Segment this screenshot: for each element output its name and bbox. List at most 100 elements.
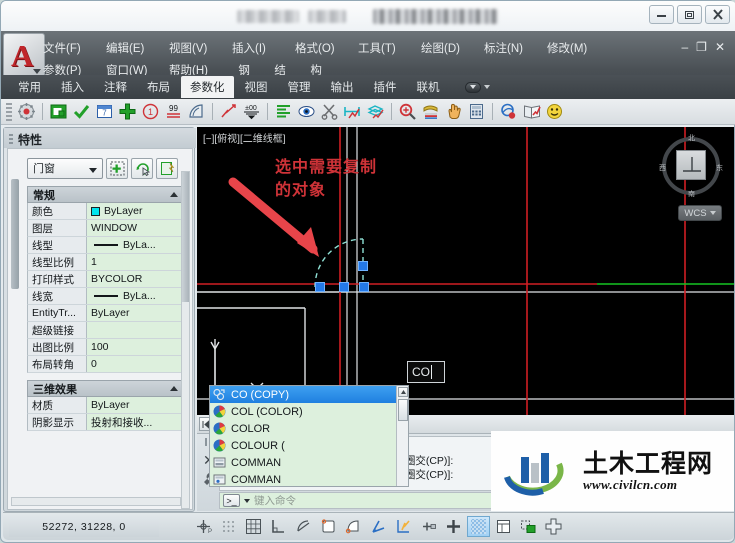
- viewcube-top-face[interactable]: [676, 150, 706, 180]
- tab-layout[interactable]: 布局: [138, 76, 179, 98]
- tab-annotate[interactable]: 注释: [95, 76, 136, 98]
- check-icon[interactable]: [71, 101, 92, 122]
- dimension-icon[interactable]: [342, 101, 363, 122]
- object-type-dropdown[interactable]: 门窗: [27, 157, 103, 179]
- property-value[interactable]: 1: [87, 254, 184, 270]
- tab-online[interactable]: 联机: [408, 76, 449, 98]
- property-value[interactable]: ByLayer: [87, 397, 184, 413]
- drag-handle-icon[interactable]: [9, 132, 13, 144]
- calculator-icon[interactable]: [466, 101, 487, 122]
- autocomplete-item-copy[interactable]: CO (COPY): [210, 386, 408, 403]
- tab-view[interactable]: 视图: [236, 76, 277, 98]
- autocomplete-item-colour[interactable]: COLOUR (: [210, 437, 408, 454]
- property-row-layout-angle[interactable]: 布局转角 0: [27, 356, 185, 373]
- property-value[interactable]: ByLayer: [87, 203, 184, 219]
- viewcube-label-north[interactable]: 北: [688, 133, 695, 143]
- menu-modify[interactable]: 修改(M): [547, 38, 610, 58]
- ucs-dropdown[interactable]: WCS: [678, 205, 722, 221]
- palette-icon[interactable]: [186, 101, 207, 122]
- close-button[interactable]: [705, 5, 730, 24]
- lightning-icon[interactable]: [218, 101, 239, 122]
- tab-manage[interactable]: 管理: [279, 76, 320, 98]
- lineweight-icon[interactable]: [442, 516, 465, 537]
- doc-minimize-icon[interactable]: –: [681, 40, 692, 54]
- chevron-down-icon[interactable]: [244, 498, 250, 503]
- properties-panel-header[interactable]: 特性: [4, 128, 196, 148]
- layers-icon[interactable]: [365, 101, 386, 122]
- property-row-plot-style[interactable]: 打印样式 BYCOLOR: [27, 271, 185, 288]
- pan-icon[interactable]: [443, 101, 464, 122]
- scrollbar-thumb[interactable]: [398, 399, 408, 421]
- command-prompt-icon[interactable]: >_: [223, 494, 240, 507]
- menu-dimension[interactable]: 标注(N): [484, 38, 547, 58]
- dynamic-input-icon[interactable]: [417, 516, 440, 537]
- plus-icon[interactable]: [117, 101, 138, 122]
- toolbar-grip[interactable]: [6, 102, 12, 121]
- property-value[interactable]: [87, 322, 184, 338]
- transparency-icon[interactable]: [467, 516, 490, 537]
- property-row-plot-scale[interactable]: 出图比例 100: [27, 339, 185, 356]
- number-99-icon[interactable]: 99: [163, 101, 184, 122]
- property-row-lineweight[interactable]: 线宽 ByLa...: [27, 288, 185, 305]
- circle-one-icon[interactable]: 1: [140, 101, 161, 122]
- select-object-icon[interactable]: [106, 157, 128, 179]
- command-input-placeholder[interactable]: 键入命令: [254, 493, 296, 508]
- drawing-canvas[interactable]: [−][俯视][二维线框] 选中需要复制 的对象 北 西 东 南 WCS CO: [197, 127, 734, 415]
- autocomplete-item-command-2[interactable]: COMMAN: [210, 471, 408, 486]
- property-value[interactable]: ByLa...: [87, 288, 184, 304]
- book-icon[interactable]: [521, 101, 542, 122]
- menu-view[interactable]: 视图(V): [169, 38, 232, 58]
- menu-insert[interactable]: 插入(I): [232, 38, 295, 58]
- autocomplete-scrollbar[interactable]: [396, 386, 408, 486]
- text-align-icon[interactable]: [273, 101, 294, 122]
- doc-restore-icon[interactable]: ❐: [696, 40, 711, 54]
- tab-parametric[interactable]: 参数化: [181, 76, 234, 98]
- gear-icon[interactable]: [16, 101, 37, 122]
- menu-file[interactable]: 文件(F): [43, 38, 106, 58]
- menu-tools[interactable]: 工具(T): [358, 38, 421, 58]
- scissors-icon[interactable]: [319, 101, 340, 122]
- viewcube-label-east[interactable]: 东: [716, 163, 723, 173]
- tab-insert[interactable]: 插入: [52, 76, 93, 98]
- selection-cycling-icon[interactable]: [517, 516, 540, 537]
- maximize-button[interactable]: [677, 5, 702, 24]
- property-value[interactable]: 0: [87, 356, 184, 372]
- ortho-icon[interactable]: [267, 516, 290, 537]
- dynamic-ucs-icon[interactable]: [392, 516, 415, 537]
- gradient-icon[interactable]: [420, 101, 441, 122]
- zoom-icon[interactable]: [397, 101, 418, 122]
- menu-format[interactable]: 格式(O): [295, 38, 358, 58]
- viewcube-label-south[interactable]: 南: [688, 189, 695, 199]
- plusminus-icon[interactable]: ±00: [241, 101, 262, 122]
- dynamic-input-box[interactable]: CO: [407, 361, 445, 383]
- quick-props-icon[interactable]: [492, 516, 515, 537]
- group-header-3d-effects[interactable]: 三维效果: [27, 380, 185, 397]
- insert-block-icon[interactable]: [48, 101, 69, 122]
- property-row-linetype-scale[interactable]: 线型比例 1: [27, 254, 185, 271]
- quick-select-icon[interactable]: [131, 157, 153, 179]
- menu-edit[interactable]: 编辑(E): [106, 38, 169, 58]
- property-row-shadow-display[interactable]: 阴影显示 投射和接收...: [27, 414, 185, 431]
- panel-side-grip[interactable]: [11, 179, 19, 289]
- viewcube-label-west[interactable]: 西: [659, 163, 666, 173]
- minimize-button[interactable]: [649, 5, 674, 24]
- osnap-track-icon[interactable]: [342, 516, 365, 537]
- doc-close-icon[interactable]: ✕: [715, 40, 729, 54]
- coordinate-display[interactable]: 52272, 31228, 0: [9, 516, 159, 537]
- osnap-icon[interactable]: P: [192, 516, 215, 537]
- property-value[interactable]: BYCOLOR: [87, 271, 184, 287]
- property-row-material[interactable]: 材质 ByLayer: [27, 397, 185, 414]
- polar-icon[interactable]: [292, 516, 315, 537]
- property-row-linetype[interactable]: 线型 ByLa...: [27, 237, 185, 254]
- autocomplete-item-command-1[interactable]: COMMAN: [210, 454, 408, 471]
- properties-vertical-scrollbar[interactable]: [181, 171, 190, 509]
- property-value[interactable]: 100: [87, 339, 184, 355]
- autocomplete-item-color[interactable]: COLOR: [210, 420, 408, 437]
- grip-point[interactable]: [315, 282, 325, 292]
- autocomplete-item-col[interactable]: COL (COLOR): [210, 403, 408, 420]
- tab-plugins[interactable]: 插件: [365, 76, 406, 98]
- scrollbar-thumb[interactable]: [182, 172, 189, 302]
- property-value[interactable]: WINDOW: [87, 220, 184, 236]
- menu-draw[interactable]: 绘图(D): [421, 38, 484, 58]
- property-row-entity-transparency[interactable]: EntityTr... ByLayer: [27, 305, 185, 322]
